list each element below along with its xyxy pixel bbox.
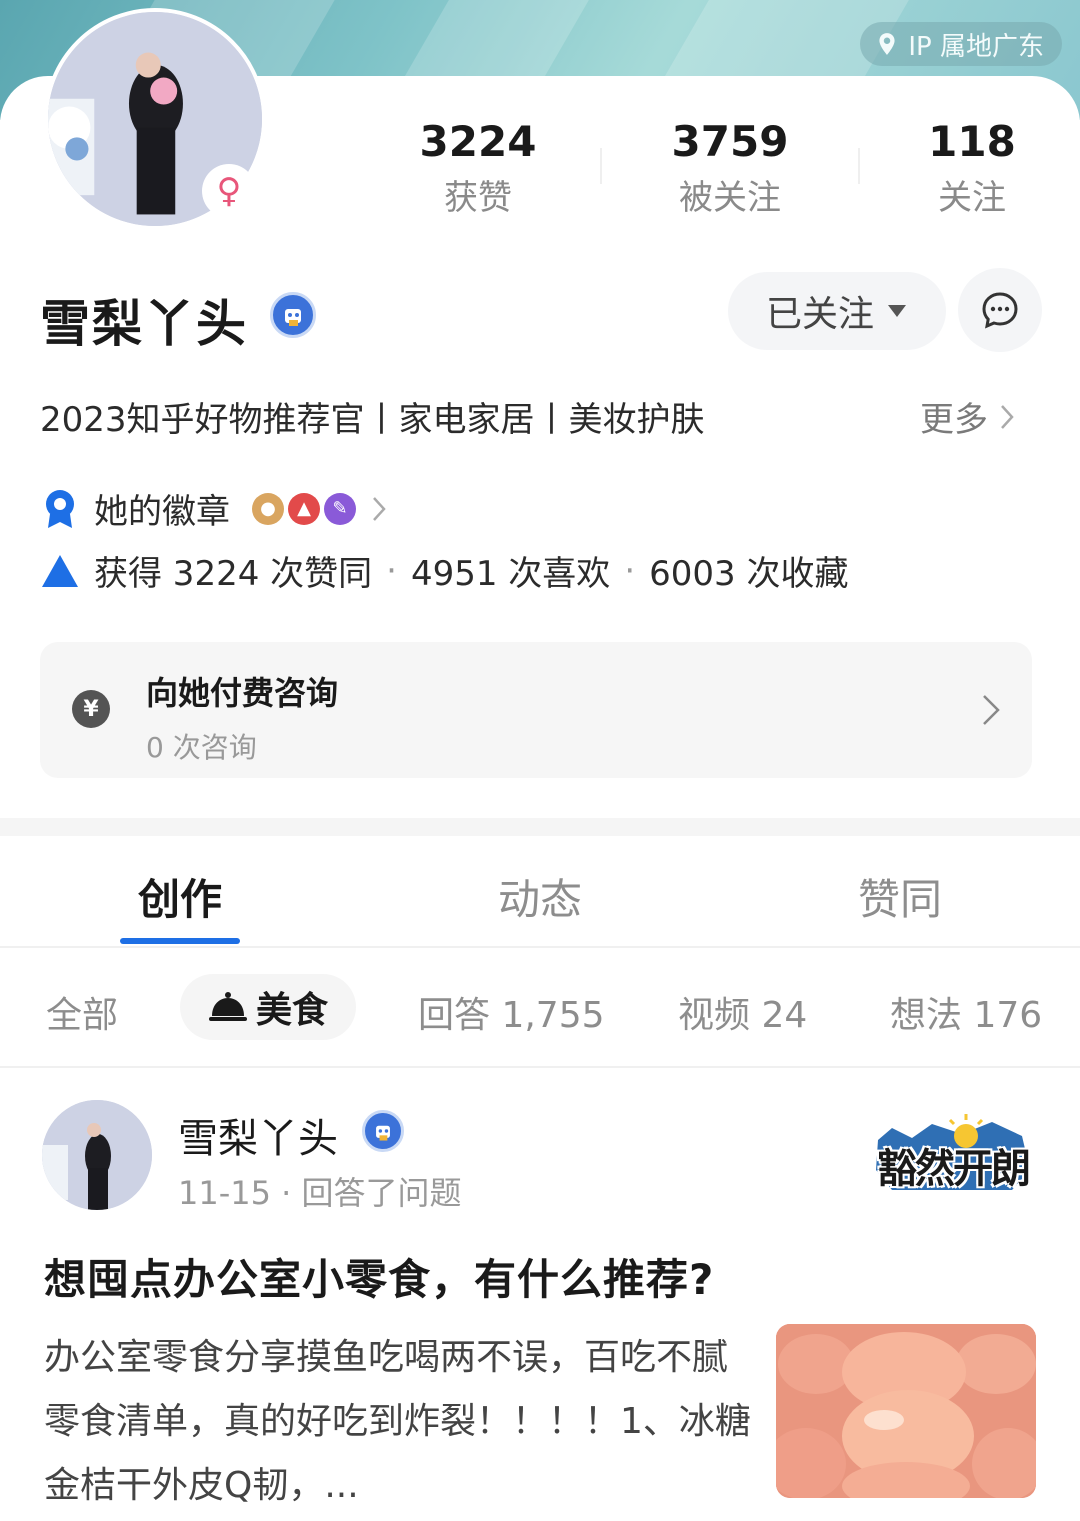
stat-followers[interactable]: 3759 被关注: [630, 116, 830, 218]
caret-down-icon: [888, 305, 906, 317]
section-divider: [0, 818, 1080, 836]
consult-title: 向她付费咨询: [146, 674, 339, 712]
stat-likes-value: 3224: [419, 117, 537, 166]
achievement-likes: 获得 3224 次赞同: [94, 554, 373, 594]
stat-followers-value: 3759: [671, 117, 789, 166]
yen-icon: ¥: [72, 690, 110, 728]
stat-divider: [858, 148, 860, 184]
stat-likes-label: 获赞: [444, 178, 512, 218]
gummy-candy-image: [776, 1324, 1036, 1498]
filter-all[interactable]: 全部: [46, 986, 118, 1038]
ip-location-text: IP 属地广东: [908, 31, 1044, 62]
badges-label: 她的徽章: [94, 492, 230, 532]
more-link-label: 更多: [920, 400, 988, 440]
achievements-row: 获得 3224 次赞同 · 4951 次喜欢 · 6003 次收藏: [40, 546, 848, 595]
filter-thoughts[interactable]: 想法 176: [890, 986, 1042, 1038]
stat-following[interactable]: 118 关注: [872, 116, 1072, 218]
separator-dot: ·: [624, 550, 636, 591]
stat-following-value: 118: [928, 117, 1016, 166]
upvote-triangle-icon: [42, 554, 78, 587]
verified-badge-icon: [362, 1110, 404, 1152]
followed-button-label: 已关注: [765, 294, 874, 335]
location-pin-icon: [879, 33, 895, 55]
tab-activity[interactable]: 动态: [420, 866, 660, 927]
post-excerpt[interactable]: 办公室零食分享摸鱼吃喝两不误，百吃不腻零食清单，真的好吃到炸裂！！！！1、冰糖金…: [44, 1326, 754, 1518]
post-title[interactable]: 想囤点办公室小零食，有什么推荐?: [44, 1246, 714, 1307]
tab-upvotes[interactable]: 赞同: [780, 866, 1020, 927]
badge-icons: ● ▲ ✎: [252, 492, 356, 525]
active-tab-indicator: [120, 938, 240, 944]
filter-videos[interactable]: 视频 24: [678, 986, 807, 1038]
achievement-collections: 6003 次收藏: [649, 554, 849, 594]
post-author-name[interactable]: 雪梨丫头: [178, 1106, 338, 1164]
post-avatar-photo: [42, 1100, 152, 1210]
message-button[interactable]: [958, 268, 1042, 352]
filter-answers[interactable]: 回答 1,755: [418, 986, 605, 1038]
eye-badge-icon: ●: [252, 492, 284, 525]
cloche-icon: [208, 992, 247, 1021]
post-thumbnail[interactable]: [776, 1324, 1036, 1498]
stat-followers-label: 被关注: [679, 178, 781, 218]
profile-name: 雪梨丫头: [40, 295, 248, 353]
paid-consult-card[interactable]: ¥ 向她付费咨询 0 次咨询: [40, 642, 1032, 778]
more-link[interactable]: 更多: [920, 392, 1016, 441]
followed-button[interactable]: 已关注: [728, 272, 946, 350]
badges-row[interactable]: 她的徽章 ● ▲ ✎: [40, 484, 388, 533]
ip-location-badge: IP 属地广东: [860, 22, 1062, 66]
gender-female-icon: ♀: [202, 164, 256, 218]
profile-bio: 2023知乎好物推荐官丨家电家居丨美妆护肤: [40, 400, 705, 440]
sticker-text: 豁然开朗: [877, 1145, 1031, 1192]
enlightened-sticker: 豁然开朗: [872, 1110, 1034, 1194]
filter-food[interactable]: 美食: [180, 974, 356, 1040]
post-meta: 11-15 · 回答了问题: [178, 1174, 462, 1212]
tab-divider: [0, 946, 1080, 948]
filter-food-label: 美食: [255, 990, 328, 1031]
filter-divider: [0, 1066, 1080, 1068]
stat-likes[interactable]: 3224 获赞: [378, 116, 578, 218]
consult-count: 0 次咨询: [146, 731, 257, 764]
post-author-avatar[interactable]: [42, 1100, 152, 1210]
pen-badge-icon: ✎: [324, 492, 356, 525]
chat-bubble-icon: [982, 292, 1018, 329]
separator-dot: ·: [386, 550, 397, 591]
achievement-favorites: 4951 次喜欢: [410, 554, 611, 594]
chevron-right-icon: [983, 695, 1000, 725]
medal-icon: [46, 489, 74, 528]
chevron-right-icon: [373, 496, 386, 521]
chevron-right-icon: [1001, 404, 1014, 429]
thumb-badge-icon: ▲: [288, 492, 320, 525]
tab-creations[interactable]: 创作: [60, 866, 300, 927]
stat-following-label: 关注: [938, 178, 1006, 218]
verified-badge-icon[interactable]: [270, 292, 316, 338]
stat-divider: [600, 148, 602, 184]
